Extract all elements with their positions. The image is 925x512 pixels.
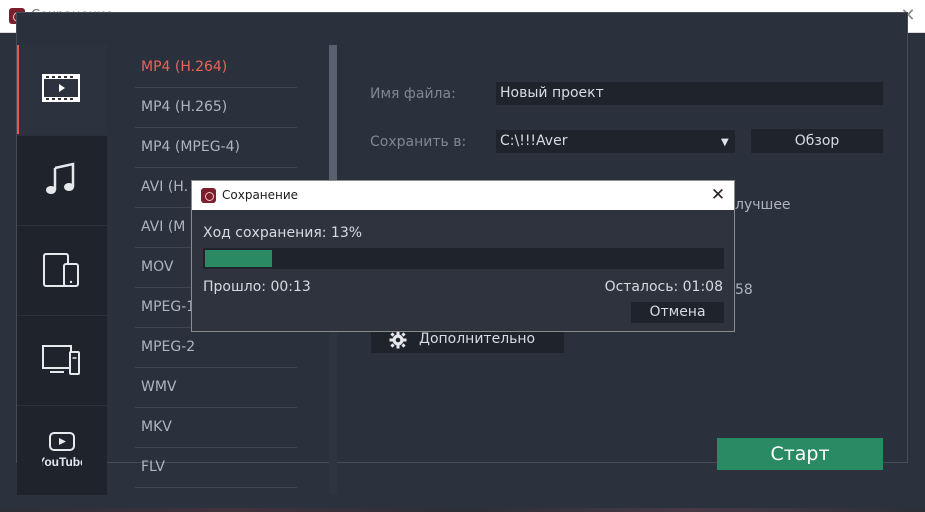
category-sidebar: YouTube <box>17 45 107 495</box>
dialog-titlebar: Сохранение ✕ <box>192 181 734 210</box>
film-icon <box>42 74 80 102</box>
category-devices[interactable] <box>17 226 107 315</box>
start-button[interactable]: Старт <box>717 438 883 470</box>
save-to-dropdown[interactable]: C:\!!!Aver <box>496 130 735 153</box>
cancel-button[interactable]: Отмена <box>631 302 724 323</box>
gear-icon <box>389 331 407 349</box>
category-video[interactable] <box>17 45 107 134</box>
tablet-phone-icon <box>43 253 79 287</box>
format-item[interactable]: MP4 (H.264) <box>141 59 291 79</box>
format-item[interactable]: WMV <box>141 379 291 399</box>
youtube-label: YouTube <box>42 455 82 469</box>
category-audio[interactable] <box>17 136 107 225</box>
progress-label: Ход сохранения: 13% <box>203 225 363 241</box>
chevron-down-icon[interactable]: ▼ <box>721 137 729 148</box>
category-youtube[interactable]: YouTube <box>17 406 107 495</box>
format-separator <box>135 407 297 408</box>
save-to-label: Сохранить в: <box>370 134 467 150</box>
youtube-icon: YouTube <box>42 432 82 469</box>
format-item[interactable]: MKV <box>141 419 291 439</box>
music-note-icon <box>46 162 75 194</box>
browse-button[interactable]: Обзор <box>751 129 883 153</box>
format-separator <box>135 487 297 488</box>
format-separator <box>135 87 297 88</box>
format-item[interactable]: MPEG-2 <box>141 339 291 359</box>
advanced-button-label: Дополнительно <box>419 331 536 347</box>
format-separator <box>135 367 297 368</box>
format-item[interactable]: FLV <box>141 459 291 479</box>
background-strip <box>0 508 925 512</box>
elapsed-time: Прошло: 00:13 <box>203 279 311 295</box>
format-separator <box>135 447 297 448</box>
partial-number-text: 58 <box>735 282 753 298</box>
progress-dialog: Сохранение ✕ Ход сохранения: 13% Прошло:… <box>191 180 735 332</box>
dialog-close-button[interactable]: ✕ <box>708 185 728 205</box>
dialog-title: Сохранение <box>222 188 299 202</box>
app-logo-icon <box>201 188 216 203</box>
tv-icon <box>42 345 80 375</box>
category-tv[interactable] <box>17 316 107 405</box>
filename-label: Имя файла: <box>370 86 456 102</box>
progress-bar-fill <box>205 250 272 267</box>
format-item[interactable]: MP4 (H.265) <box>141 99 291 119</box>
format-separator <box>135 127 297 128</box>
progress-bar <box>203 248 724 269</box>
filename-input[interactable]: Новый проект <box>496 82 883 105</box>
remaining-time: Осталось: 01:08 <box>604 279 723 295</box>
format-separator <box>135 167 297 168</box>
format-item[interactable]: MP4 (MPEG-4) <box>141 139 291 159</box>
quality-option-text: лучшее <box>735 197 791 213</box>
